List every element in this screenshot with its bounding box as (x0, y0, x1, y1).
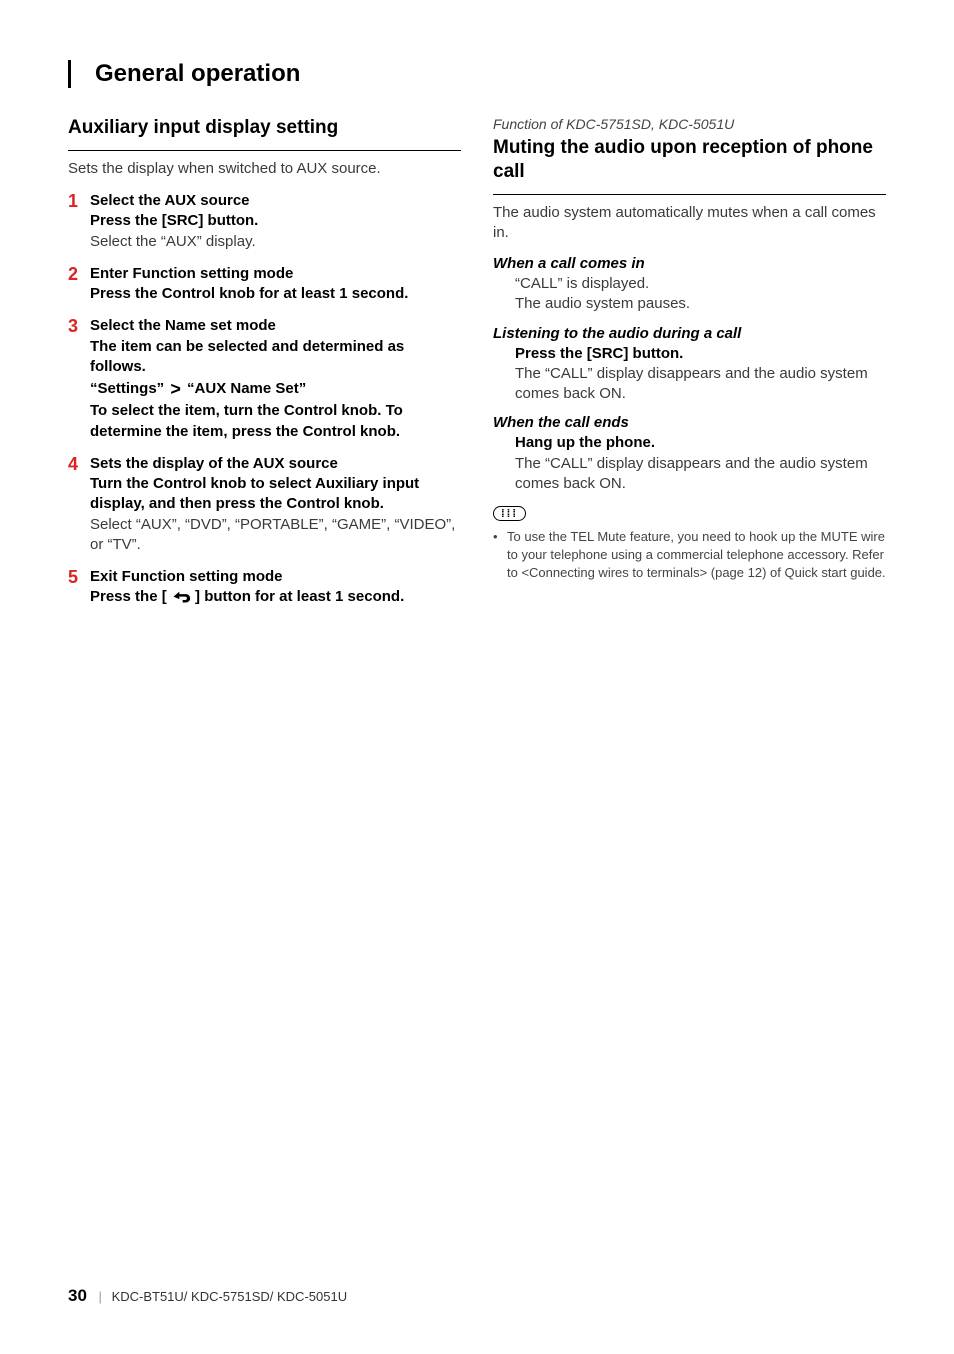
footer-models: KDC-BT51U/ KDC-5751SD/ KDC-5051U (112, 1289, 348, 1304)
step-title: Exit Function setting mode (90, 567, 461, 587)
step-instruction-plain: Select “AUX”, “DVD”, “PORTABLE”, “GAME”,… (90, 515, 461, 556)
sub1-line1: “CALL” is displayed. (515, 274, 886, 294)
mute-section-heading: Muting the audio upon reception of phone… (493, 136, 886, 188)
section-divider (493, 194, 886, 195)
step-title: Sets the display of the AUX source (90, 454, 461, 474)
sub1-line2: The audio system pauses. (515, 294, 886, 314)
subhead-call-comes-in: When a call comes in (493, 255, 886, 272)
step-number: 2 (68, 264, 82, 305)
step-number: 3 (68, 316, 82, 442)
sub3-bold: Hang up the phone. (515, 433, 886, 453)
sub2-block: Press the [SRC] button. The “CALL” displ… (493, 344, 886, 405)
content-columns: Auxiliary input display setting Sets the… (68, 116, 886, 620)
page-footer: 30 | KDC-BT51U/ KDC-5751SD/ KDC-5051U (68, 1286, 347, 1306)
tel-mute-note: • To use the TEL Mute feature, you need … (493, 528, 886, 583)
path-part-b: “AUX Name Set” (187, 380, 306, 397)
model-function-note: Function of KDC-5751SD, KDC-5051U (493, 116, 886, 132)
page-title: General operation (95, 60, 886, 88)
step-body: Select the AUX source Press the [SRC] bu… (90, 191, 461, 252)
step-3: 3 Select the Name set mode The item can … (68, 316, 461, 442)
footer-separator: | (99, 1289, 108, 1304)
step-instruction-bold-2: To select the item, turn the Control kno… (90, 401, 461, 442)
step5-pre: Press the [ (90, 588, 167, 605)
path-part-a: “Settings” (90, 380, 164, 397)
step-body: Select the Name set mode The item can be… (90, 316, 461, 442)
step-title: Enter Function setting mode (90, 264, 461, 284)
sub2-bold: Press the [SRC] button. (515, 344, 886, 364)
page-number: 30 (68, 1286, 95, 1305)
aux-section-heading: Auxiliary input display setting (68, 116, 461, 144)
right-column: Function of KDC-5751SD, KDC-5051U Muting… (493, 116, 886, 620)
left-column: Auxiliary input display setting Sets the… (68, 116, 461, 620)
sub3-block: Hang up the phone. The “CALL” display di… (493, 433, 886, 494)
step-instruction-bold: Turn the Control knob to select Auxiliar… (90, 474, 461, 515)
note-icon-row: ⁞⁞⁞ (493, 504, 886, 522)
sub3-plain: The “CALL” display disappears and the au… (515, 454, 886, 495)
page-title-container: General operation (68, 60, 886, 88)
step-path: “Settings” > “AUX Name Set” (90, 377, 461, 401)
back-icon (171, 590, 191, 603)
sub1-block: “CALL” is displayed. The audio system pa… (493, 274, 886, 315)
bullet-dot-icon: • (493, 528, 501, 583)
step-title: Select the AUX source (90, 191, 461, 211)
step-body: Exit Function setting mode Press the [ ]… (90, 567, 461, 608)
step-title: Select the Name set mode (90, 316, 461, 336)
mute-intro-text: The audio system automatically mutes whe… (493, 203, 886, 244)
note-icon: ⁞⁞⁞ (493, 506, 526, 521)
subhead-call-ends: When the call ends (493, 414, 886, 431)
step5-post: ] button for at least 1 second. (195, 588, 404, 605)
step-instruction-plain: Select the “AUX” display. (90, 232, 461, 252)
step-instruction-bold: Press the [ ] button for at least 1 seco… (90, 587, 461, 607)
sub2-plain: The “CALL” display disappears and the au… (515, 364, 886, 405)
step-instruction-bold: Press the Control knob for at least 1 se… (90, 284, 461, 304)
subhead-listening-during-call: Listening to the audio during a call (493, 325, 886, 342)
step-2: 2 Enter Function setting mode Press the … (68, 264, 461, 305)
step-number: 5 (68, 567, 82, 608)
step-instruction-bold: Press the [SRC] button. (90, 211, 461, 231)
section-divider (68, 150, 461, 151)
step-body: Sets the display of the AUX source Turn … (90, 454, 461, 555)
step-body: Enter Function setting mode Press the Co… (90, 264, 461, 305)
step-4: 4 Sets the display of the AUX source Tur… (68, 454, 461, 555)
step-number: 4 (68, 454, 82, 555)
step-number: 1 (68, 191, 82, 252)
step-1: 1 Select the AUX source Press the [SRC] … (68, 191, 461, 252)
aux-intro-text: Sets the display when switched to AUX so… (68, 159, 461, 179)
step-5: 5 Exit Function setting mode Press the [… (68, 567, 461, 608)
step-instruction-bold: The item can be selected and determined … (90, 337, 461, 378)
chevron-right-icon: > (168, 379, 183, 399)
note-text: To use the TEL Mute feature, you need to… (507, 528, 886, 583)
